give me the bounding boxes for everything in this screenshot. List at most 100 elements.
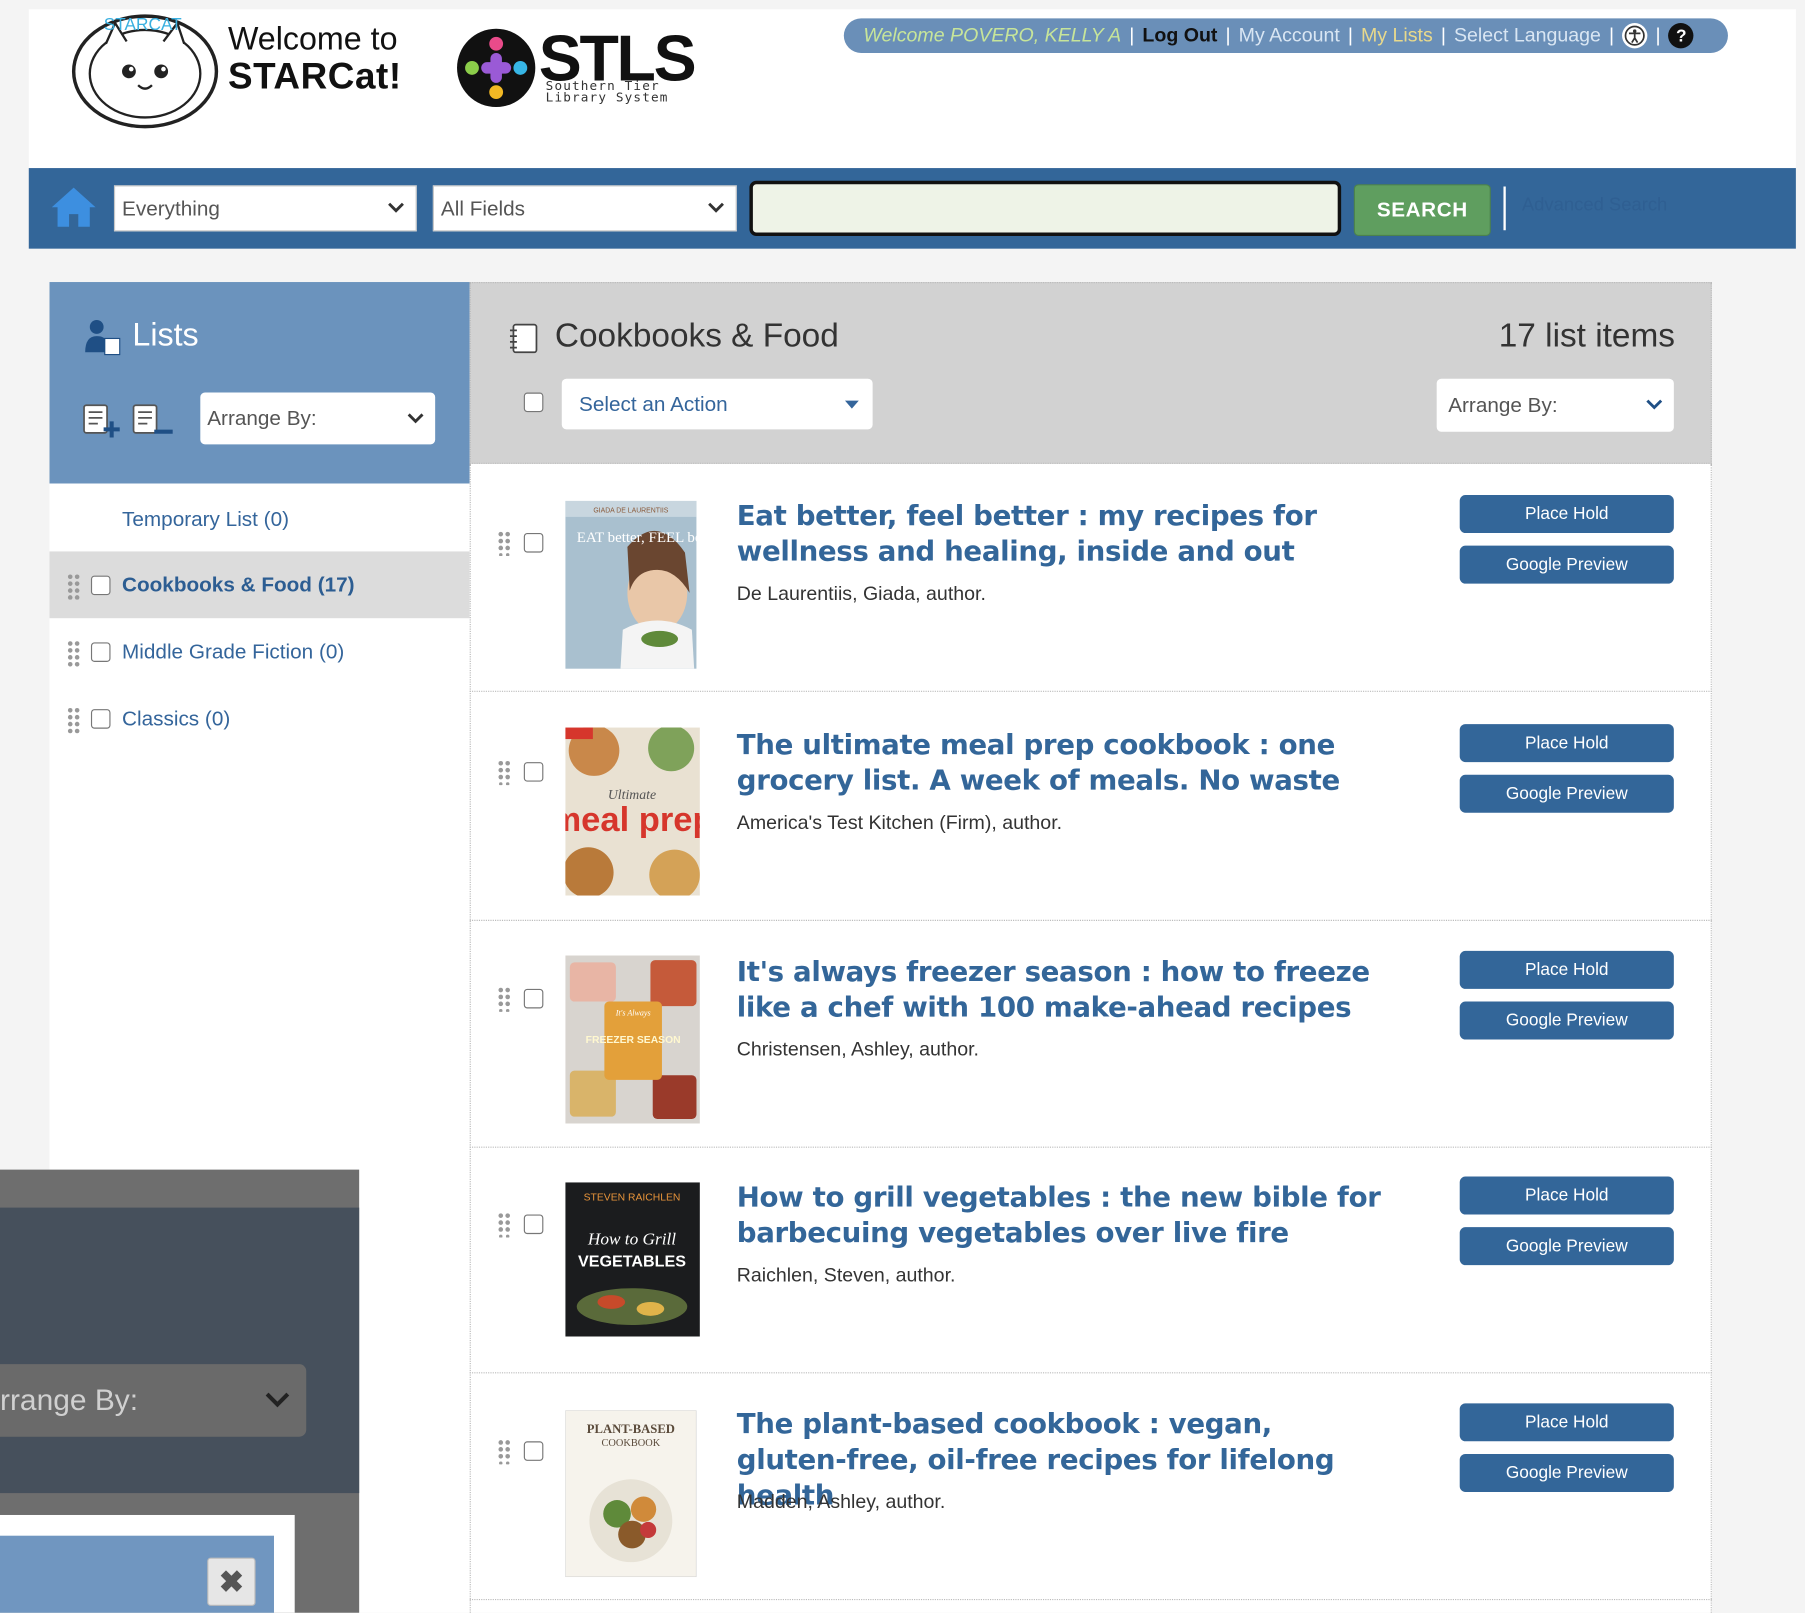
place-hold-button[interactable]: Place Hold — [1459, 950, 1674, 989]
separator: | — [1655, 24, 1661, 47]
book-title-link[interactable]: Eat better, feel better : my recipes for… — [737, 498, 1382, 569]
book-cover[interactable]: It's Always FREEZER SEASON — [565, 955, 700, 1124]
book-author: De Laurentiis, Giada, author. — [736, 582, 986, 605]
separator: | — [1347, 24, 1353, 47]
stls-subtitle: Southern Tier Library System — [545, 79, 669, 105]
drag-handle-icon[interactable] — [496, 1439, 512, 1465]
welcome-user: Welcome POVERO, KELLY A — [863, 24, 1122, 47]
list-checkbox[interactable] — [90, 575, 111, 596]
list-title: Cookbooks & Food — [554, 317, 839, 355]
list-arrange-select[interactable]: Arrange By: — [1436, 378, 1674, 432]
google-preview-button[interactable]: Google Preview — [1459, 1001, 1674, 1040]
search-button[interactable]: SEARCH — [1353, 184, 1491, 236]
google-preview-button[interactable]: Google Preview — [1459, 774, 1674, 813]
search-scope-select[interactable]: Everything — [113, 185, 417, 232]
book-title-link[interactable]: The ultimate meal prep cookbook : one gr… — [737, 728, 1382, 799]
action-select[interactable]: Select an Action — [561, 378, 873, 430]
list-item-label[interactable]: Classics (0) — [122, 707, 230, 731]
my-account-link[interactable]: My Account — [1239, 24, 1340, 47]
book-title-link[interactable]: It's always freezer season : how to free… — [737, 954, 1382, 1025]
select-language-link[interactable]: Select Language — [1454, 24, 1601, 47]
drag-handle-icon[interactable] — [66, 572, 82, 600]
book-title-link[interactable]: How to grill vegetables : the new bible … — [737, 1180, 1382, 1251]
select-all-checkbox[interactable] — [523, 392, 544, 413]
inset-arrange-select[interactable]: rrange By: — [0, 1364, 307, 1437]
cover-title: PLANT-BASED — [587, 1422, 675, 1436]
cover-text: GIADA DE LAURENTIIS — [593, 507, 668, 514]
book-cover[interactable]: GIADA DE LAURENTIIS EAT better, FEEL bet… — [565, 500, 697, 669]
item-checkbox[interactable] — [523, 533, 544, 553]
notebook-icon — [509, 323, 538, 354]
list-item-label[interactable]: Cookbooks & Food (17) — [122, 573, 355, 597]
drag-handle-icon[interactable] — [496, 987, 512, 1012]
list-arrange-value: Arrange By: — [1448, 393, 1558, 417]
list-item-classics[interactable]: Classics (0) — [50, 685, 470, 752]
cover-title: meal prep — [565, 801, 700, 839]
drag-handle-icon[interactable] — [496, 1212, 512, 1238]
google-preview-button[interactable]: Google Preview — [1459, 1227, 1674, 1266]
google-preview-button[interactable]: Google Preview — [1459, 545, 1674, 584]
search-input[interactable] — [749, 180, 1342, 236]
book-author: Raichlen, Steven, author. — [736, 1264, 956, 1286]
search-field-select[interactable]: All Fields — [432, 185, 737, 232]
list-item: STEVEN RAICHLEN How to Grill VEGETABLES … — [469, 1147, 1712, 1374]
action-select-value: Select an Action — [579, 391, 728, 416]
home-icon[interactable] — [48, 184, 99, 230]
starcat-badge-text: STARCAT — [104, 14, 182, 34]
stls-logo-icon — [457, 28, 536, 108]
list-item: Ultimate meal prep The ultimate meal pre… — [469, 694, 1712, 921]
welcome-heading: Welcome to STARCat! — [228, 21, 402, 95]
drag-handle-icon[interactable] — [66, 706, 82, 734]
stls-logo[interactable]: STLS Southern Tier Library System — [456, 22, 697, 112]
place-hold-button[interactable]: Place Hold — [1459, 1403, 1674, 1442]
cover-title: VEGETABLES — [578, 1252, 686, 1270]
cover-title: EAT better, FEEL better — [577, 530, 697, 546]
book-author: Madden, Ashley, author. — [736, 1490, 946, 1513]
drag-handle-icon[interactable] — [496, 531, 512, 557]
zoom-inset-header — [0, 1207, 360, 1494]
place-hold-button[interactable]: Place Hold — [1459, 495, 1674, 534]
separator: | — [1225, 24, 1231, 47]
add-list-icon[interactable] — [82, 401, 123, 440]
item-checkbox[interactable] — [523, 988, 544, 1009]
lists-panel-header — [49, 282, 470, 484]
list-item-count: 17 list items — [1498, 317, 1675, 355]
chevron-down-icon — [407, 413, 424, 424]
close-icon[interactable]: ✖ — [207, 1557, 256, 1606]
chevron-down-icon — [265, 1392, 290, 1408]
list-item-cookbooks[interactable]: Cookbooks & Food (17) — [49, 551, 470, 619]
advanced-search-link[interactable]: Advanced Search — [1522, 196, 1667, 217]
place-hold-button[interactable]: Place Hold — [1459, 724, 1674, 763]
accessibility-icon[interactable] — [1622, 23, 1648, 49]
book-cover[interactable]: STEVEN RAICHLEN How to Grill VEGETABLES — [565, 1182, 700, 1337]
drag-handle-icon[interactable] — [66, 639, 82, 667]
place-hold-button[interactable]: Place Hold — [1459, 1176, 1674, 1215]
google-preview-button[interactable]: Google Preview — [1459, 1453, 1674, 1492]
list-header — [469, 282, 1712, 464]
starcat-logo[interactable]: STARCAT — [71, 9, 221, 129]
my-lists-link[interactable]: My Lists — [1361, 24, 1433, 47]
item-checkbox[interactable] — [523, 1214, 544, 1235]
list-item-label[interactable]: Middle Grade Fiction (0) — [122, 640, 344, 664]
caret-down-icon — [844, 400, 859, 409]
list-item-middle-grade[interactable]: Middle Grade Fiction (0) — [50, 618, 470, 685]
remove-list-icon[interactable] — [131, 401, 175, 440]
list-item-temporary[interactable]: Temporary List (0) — [50, 486, 470, 553]
chevron-down-icon — [1646, 399, 1663, 410]
drag-handle-icon[interactable] — [496, 760, 512, 786]
lists-arrange-select[interactable]: Arrange By: — [200, 392, 436, 445]
list-checkbox[interactable] — [90, 642, 111, 662]
list-checkbox[interactable] — [90, 709, 111, 729]
item-checkbox[interactable] — [523, 762, 544, 782]
list-item-label[interactable]: Temporary List (0) — [122, 508, 289, 532]
item-checkbox[interactable] — [523, 1441, 544, 1461]
separator: | — [1440, 24, 1446, 47]
separator: | — [1608, 24, 1615, 47]
book-cover[interactable]: Ultimate meal prep — [565, 727, 700, 896]
logout-link[interactable]: Log Out — [1142, 24, 1217, 47]
book-cover[interactable]: PLANT-BASED COOKBOOK — [565, 1410, 697, 1578]
stls-subtitle-line2: Library System — [545, 89, 669, 105]
inset-arrange-value: rrange By: — [0, 1382, 139, 1418]
book-author: America's Test Kitchen (Firm), author. — [736, 811, 1063, 834]
help-icon[interactable]: ? — [1668, 23, 1694, 49]
